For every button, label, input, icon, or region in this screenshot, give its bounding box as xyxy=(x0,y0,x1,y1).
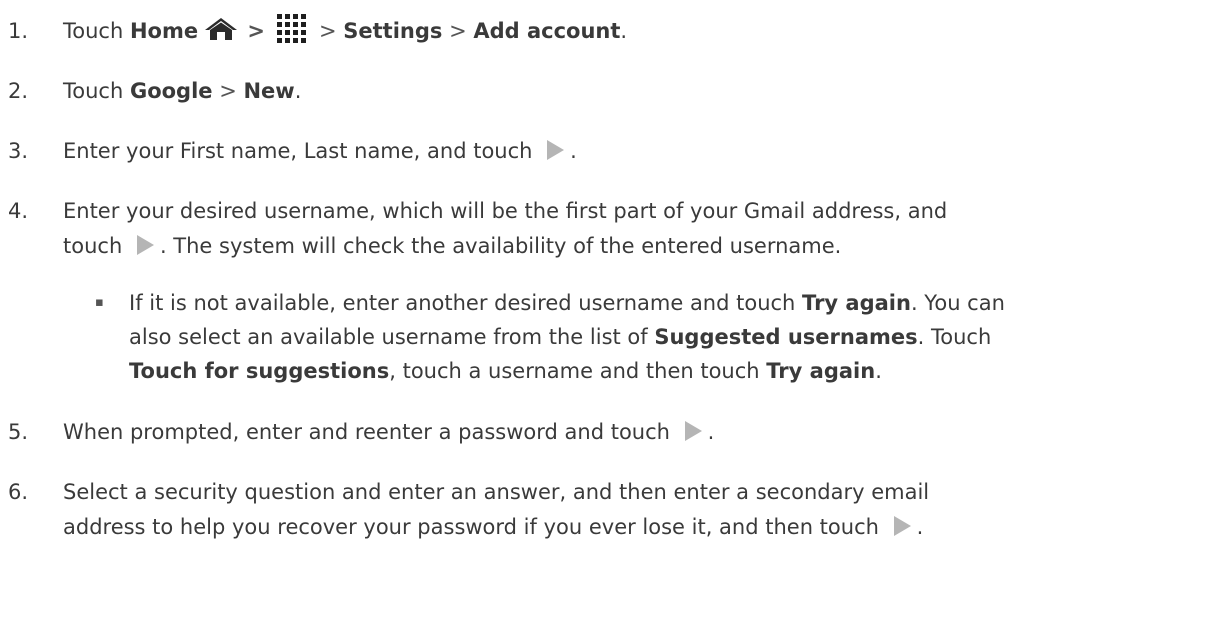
try-again-label: Try again xyxy=(766,359,876,383)
step-number: 5. xyxy=(8,420,29,444)
instructions-document: 1. Touch Home > > Settings > Add account… xyxy=(0,0,1215,624)
text-run: . You can xyxy=(910,291,1005,315)
text-run: touch xyxy=(63,234,129,258)
text-run: Touch xyxy=(63,79,130,103)
separator: > xyxy=(240,19,273,43)
step-number: 3. xyxy=(8,139,29,163)
play-arrow-icon xyxy=(684,421,702,441)
step-number: 2. xyxy=(8,79,29,103)
step-text: Touch Google > New. xyxy=(63,74,301,108)
google-label: Google xyxy=(129,79,213,103)
bullet-marker: ▪ xyxy=(95,295,104,310)
text-run: . xyxy=(620,19,628,43)
apps-grid-icon xyxy=(277,14,307,43)
new-label: New xyxy=(243,79,295,103)
step-text-line-2: touch . The system will check the availa… xyxy=(63,229,841,263)
text-run: Enter your First name, Last name, and to… xyxy=(63,139,540,163)
text-run: address to help you recover your passwor… xyxy=(63,515,886,539)
text-run: , touch a username and then touch xyxy=(389,359,767,383)
separator: > xyxy=(442,19,474,43)
text-run: Touch xyxy=(63,19,130,43)
separator: > xyxy=(212,79,244,103)
step-text-line-1: Select a security question and enter an … xyxy=(63,480,930,504)
separator: > xyxy=(312,19,344,43)
text-run: . xyxy=(707,420,715,444)
step-number: 1. xyxy=(8,19,29,43)
play-arrow-icon xyxy=(893,516,911,536)
text-run: . xyxy=(294,79,302,103)
step-text: Enter your First name, Last name, and to… xyxy=(63,134,577,168)
home-icon xyxy=(205,18,238,40)
sub-bullet-line-1: If it is not available, enter another de… xyxy=(129,286,1005,320)
text-run: . xyxy=(570,139,577,163)
sub-bullet-line-2: also select an available username from t… xyxy=(129,320,991,354)
text-run: . Touch xyxy=(917,325,992,349)
sub-bullet-line-3: Touch for suggestions, touch a username … xyxy=(129,354,882,388)
try-again-label: Try again xyxy=(802,291,911,315)
text-run: . xyxy=(916,515,924,539)
step-number: 4. xyxy=(8,199,29,223)
text-run: When prompted, enter and reenter a passw… xyxy=(63,420,677,444)
add-account-label: Add account xyxy=(473,19,621,43)
step-text: Touch Home > > Settings > Add account. xyxy=(63,14,627,48)
settings-label: Settings xyxy=(343,19,443,43)
play-arrow-icon xyxy=(547,140,565,160)
play-arrow-icon xyxy=(136,235,154,255)
text-run: . The system will check the availability… xyxy=(159,234,842,258)
step-text-line-1: Enter your desired username, which will … xyxy=(63,199,948,223)
text-run: If it is not available, enter another de… xyxy=(129,291,803,315)
step-text-line-2: address to help you recover your passwor… xyxy=(63,510,923,544)
step-text: When prompted, enter and reenter a passw… xyxy=(63,415,714,449)
text-run: also select an available username from t… xyxy=(129,325,655,349)
home-label: Home xyxy=(129,19,199,43)
suggested-usernames-label: Suggested usernames xyxy=(654,325,918,349)
step-number: 6. xyxy=(8,480,29,504)
text-run: . xyxy=(875,359,882,383)
touch-for-suggestions-label: Touch for suggestions xyxy=(129,359,390,383)
